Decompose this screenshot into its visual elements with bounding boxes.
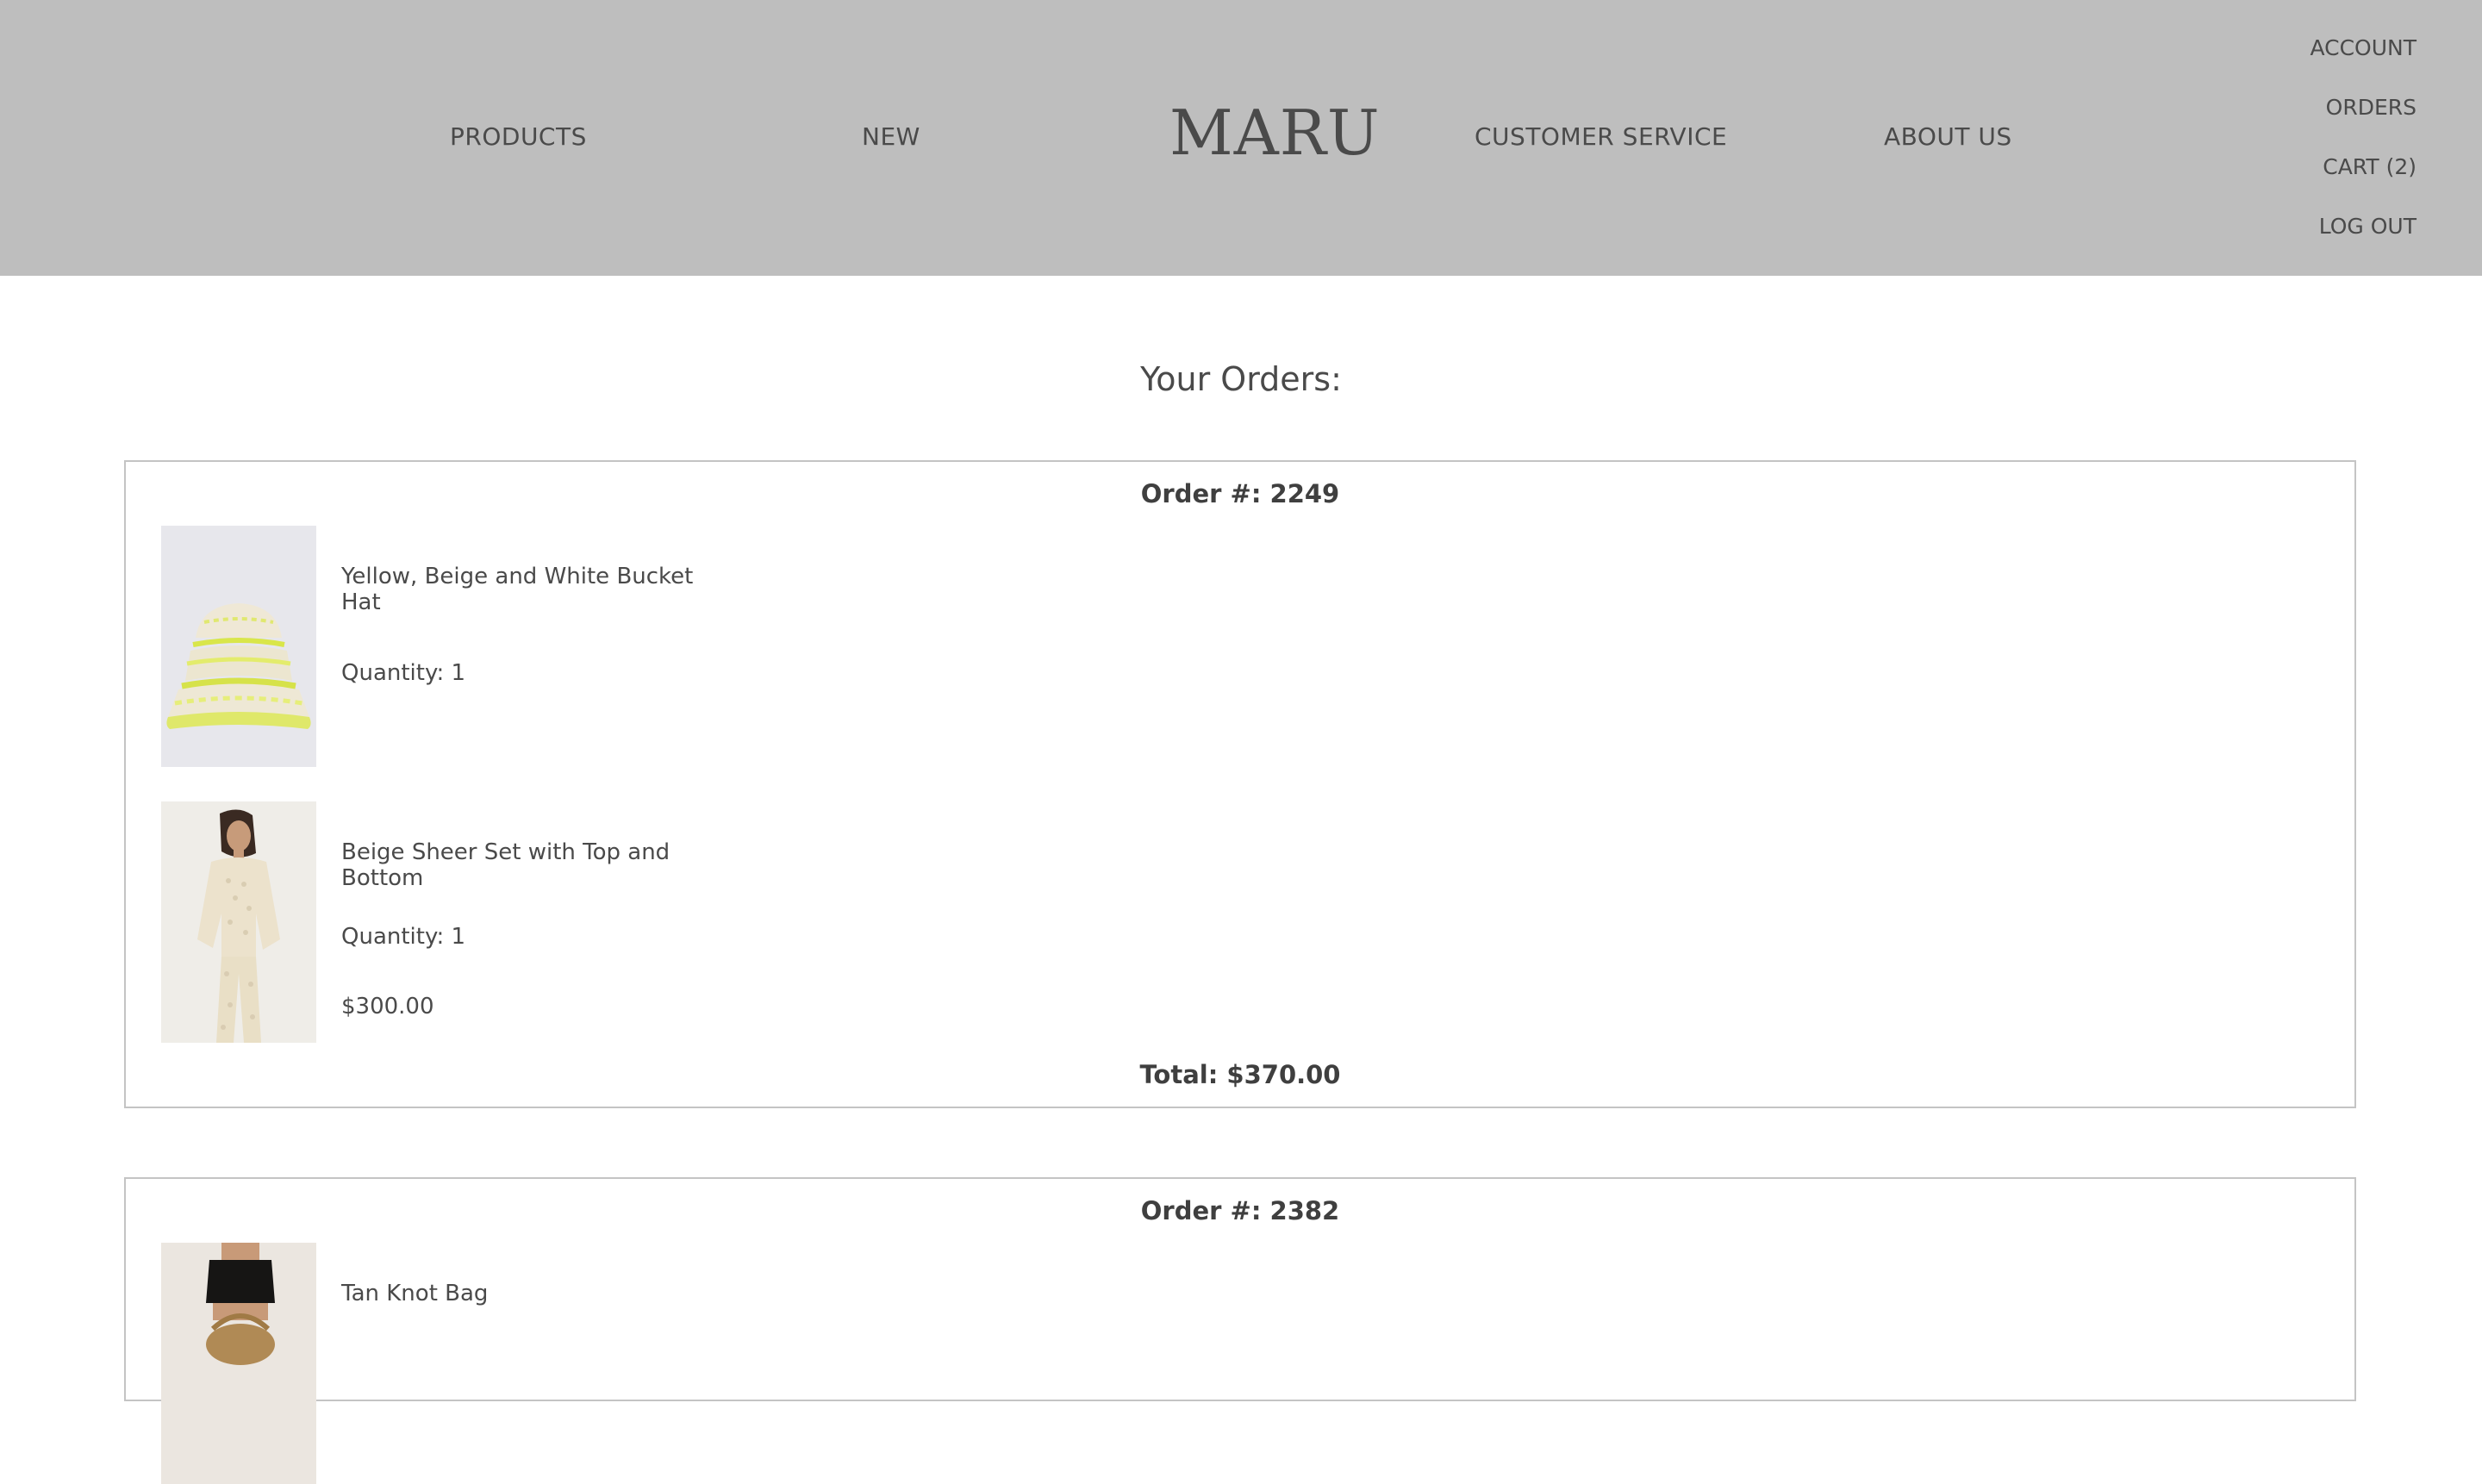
order-number: Order #: 2382 <box>1140 1196 1340 1225</box>
order-card: Order #: 2249 Yellow, Beige and White Bu… <box>124 460 2356 1108</box>
nav-new-link[interactable]: NEW <box>862 122 920 151</box>
account-link[interactable]: ACCOUNT <box>2310 35 2417 60</box>
brand-logo[interactable]: MARU <box>1169 102 1381 164</box>
item-quantity: Quantity: 1 <box>341 660 466 686</box>
item-name[interactable]: Tan Knot Bag <box>341 1281 720 1306</box>
logout-link[interactable]: LOG OUT <box>2319 214 2417 239</box>
item-name[interactable]: Beige Sheer Set with Top and Bottom <box>341 839 720 891</box>
item-price: $300.00 <box>341 994 434 1019</box>
item-name[interactable]: Yellow, Beige and White Bucket Hat <box>341 564 720 615</box>
nav-products-link[interactable]: PRODUCTS <box>450 122 587 151</box>
page-title: Your Orders: <box>1140 360 1342 398</box>
bucket-hat-illustration <box>161 526 316 767</box>
nav-customer-service-link[interactable]: CUSTOMER SERVICE <box>1475 122 1727 151</box>
nav-about-us-link[interactable]: ABOUT US <box>1884 122 2012 151</box>
orders-link[interactable]: ORDERS <box>2326 95 2417 120</box>
cart-link[interactable]: CART (2) <box>2323 154 2417 179</box>
bucket-hat-image[interactable] <box>161 526 316 767</box>
sheer-set-image[interactable] <box>161 801 316 1043</box>
order-card: Order #: 2382 Tan Knot Bag <box>124 1177 2356 1484</box>
sheer-set-illustration <box>161 801 316 1043</box>
order-number: Order #: 2249 <box>1140 479 1340 508</box>
site-header: PRODUCTS NEW MARU CUSTOMER SERVICE ABOUT… <box>0 0 2482 276</box>
item-quantity: Quantity: 1 <box>341 924 466 950</box>
order-total: Total: $370.00 <box>1139 1060 1341 1089</box>
knot-bag-illustration <box>161 1243 316 1484</box>
knot-bag-image[interactable] <box>161 1243 316 1484</box>
